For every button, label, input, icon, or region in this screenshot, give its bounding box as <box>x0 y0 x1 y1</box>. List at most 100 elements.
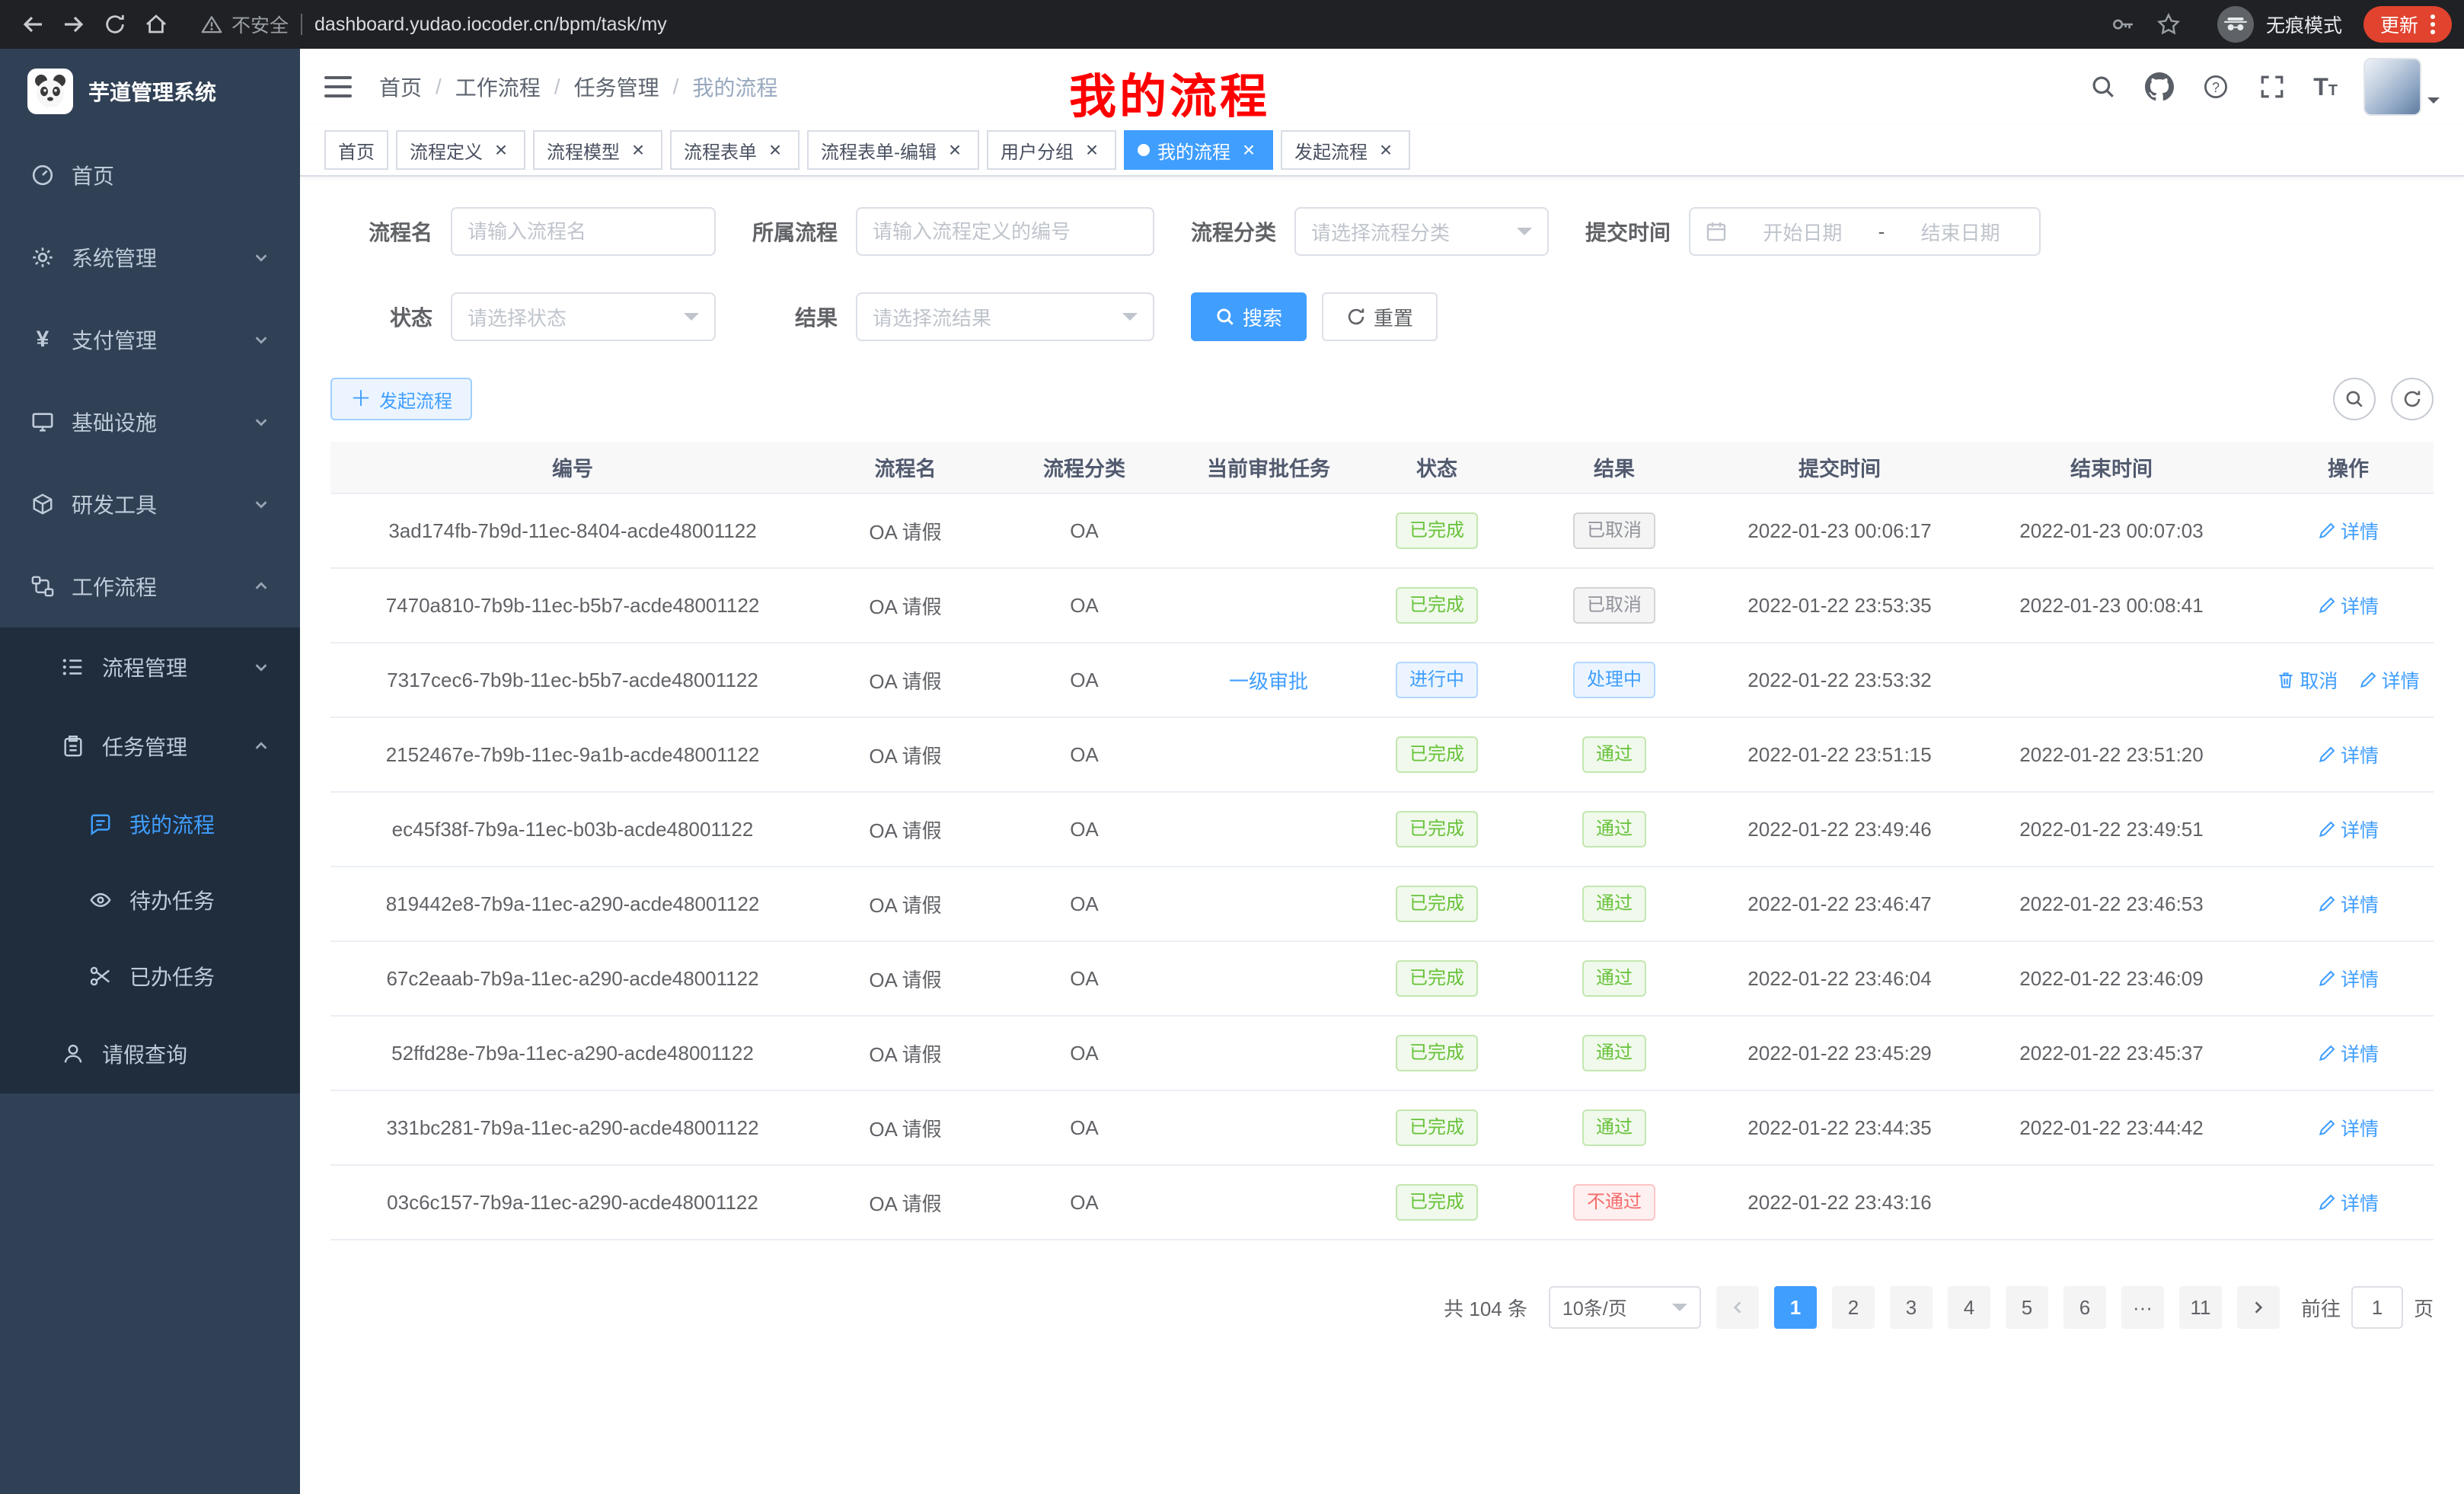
security-chip[interactable]: 不安全 <box>201 11 289 38</box>
breadcrumb-item[interactable]: 任务管理 <box>574 72 659 102</box>
process-category-select[interactable]: 请选择流程分类 <box>1294 207 1549 256</box>
result-select[interactable]: 请选择流结果 <box>856 292 1154 341</box>
page-button-2[interactable]: 2 <box>1832 1286 1875 1329</box>
cancel-link[interactable]: 取消 <box>2277 666 2338 694</box>
tab-process-form-edit[interactable]: 流程表单-编辑× <box>807 130 979 170</box>
tab-process-model[interactable]: 流程模型× <box>533 130 662 170</box>
page-size-select[interactable]: 10条/页 <box>1549 1286 1701 1329</box>
page-button-3[interactable]: 3 <box>1890 1286 1933 1329</box>
cell-end-time: 2022-01-23 00:07:03 <box>1960 493 2263 568</box>
avatar[interactable] <box>2363 58 2421 116</box>
process-definition-input[interactable] <box>856 207 1154 256</box>
tab-close-icon[interactable]: × <box>490 139 512 161</box>
address-bar[interactable]: 不安全 dashboard.yudao.iocoder.cn/bpm/task/… <box>186 5 2196 44</box>
detail-link[interactable]: 详情 <box>2318 741 2379 768</box>
cell-end-time: 2022-01-23 00:08:41 <box>1960 568 2263 643</box>
breadcrumb-item[interactable]: 首页 <box>379 72 422 102</box>
sidebar-item-task-management[interactable]: 任务管理 <box>0 707 300 786</box>
password-key-icon[interactable] <box>2111 12 2135 37</box>
page-button-5[interactable]: 5 <box>2006 1286 2048 1329</box>
page-button-6[interactable]: 6 <box>2063 1286 2106 1329</box>
date-range-picker[interactable]: 开始日期 - 结束日期 <box>1689 207 2041 256</box>
breadcrumb-item[interactable]: 工作流程 <box>455 72 541 102</box>
user-menu[interactable] <box>2363 58 2440 116</box>
cell-result: 通过 <box>1509 1016 1719 1090</box>
sidebar-item-process-management[interactable]: 流程管理 <box>0 627 300 707</box>
reset-button[interactable]: 重置 <box>1322 292 1438 341</box>
tab-close-icon[interactable]: × <box>1081 139 1103 161</box>
page-button-1[interactable]: 1 <box>1774 1286 1817 1329</box>
detail-link[interactable]: 详情 <box>2318 1039 2379 1067</box>
approval-task-link[interactable]: 一级审批 <box>1229 670 1308 693</box>
fullscreen-icon[interactable] <box>2257 72 2287 102</box>
detail-link[interactable]: 详情 <box>2318 517 2379 544</box>
process-name-input[interactable] <box>451 207 716 256</box>
page-more-button[interactable]: ··· <box>2121 1286 2164 1329</box>
refresh-table-button[interactable] <box>2391 378 2434 420</box>
top-navbar: 首页 / 工作流程 / 任务管理 / 我的流程 我的流程 ? TT <box>300 49 2464 125</box>
tab-my-process[interactable]: 我的流程× <box>1124 130 1273 170</box>
toggle-search-button[interactable] <box>2333 378 2376 420</box>
browser-home-button[interactable] <box>136 4 177 45</box>
detail-link[interactable]: 详情 <box>2318 1189 2379 1216</box>
app-logo[interactable]: 芋道管理系统 <box>0 49 300 134</box>
sidebar-item-dev-tools[interactable]: 研发工具 <box>0 463 300 545</box>
sidebar-item-workflow[interactable]: 工作流程 <box>0 545 300 627</box>
sidebar-item-payment-management[interactable]: ¥ 支付管理 <box>0 298 300 381</box>
sidebar-item-home[interactable]: 首页 <box>0 134 300 216</box>
help-icon[interactable]: ? <box>2201 72 2231 102</box>
detail-link[interactable]: 详情 <box>2359 666 2420 694</box>
github-icon[interactable] <box>2144 72 2175 102</box>
browser-menu-icon[interactable] <box>2430 14 2435 34</box>
sidebar-item-infrastructure[interactable]: 基础设施 <box>0 381 300 463</box>
browser-back-button[interactable] <box>12 4 53 45</box>
detail-link[interactable]: 详情 <box>2318 816 2379 843</box>
sidebar-item-todo-tasks[interactable]: 待办任务 <box>0 862 300 938</box>
start-date-placeholder[interactable]: 开始日期 <box>1739 218 1866 246</box>
detail-link[interactable]: 详情 <box>2318 965 2379 992</box>
browser-refresh-button[interactable] <box>94 4 136 45</box>
sidebar-item-system-management[interactable]: 系统管理 <box>0 216 300 298</box>
tab-close-icon[interactable]: × <box>627 139 649 161</box>
sidebar-item-leave-query[interactable]: 请假查询 <box>0 1014 300 1093</box>
sidebar-item-my-process[interactable]: 我的流程 <box>0 786 300 862</box>
cell-id: 819442e8-7b9a-11ec-a290-acde48001122 <box>330 867 815 941</box>
search-button[interactable]: 搜索 <box>1191 292 1307 341</box>
tab-user-group[interactable]: 用户分组× <box>987 130 1116 170</box>
cell-task <box>1173 867 1364 941</box>
browser-update-button[interactable]: 更新 <box>2363 6 2452 43</box>
detail-link[interactable]: 详情 <box>2318 1114 2379 1141</box>
start-process-button[interactable]: ＋ 发起流程 <box>330 378 472 420</box>
search-icon[interactable] <box>2088 72 2118 102</box>
tab-close-icon[interactable]: × <box>764 139 786 161</box>
calendar-icon <box>1706 221 1727 242</box>
app-frame: 芋道管理系统 首页 系统管理 ¥ 支付管理 基础设施 研发工具 <box>0 49 2464 1494</box>
goto-page-input[interactable] <box>2351 1286 2403 1329</box>
clipboard-icon <box>61 734 85 758</box>
end-date-placeholder[interactable]: 结束日期 <box>1897 218 2024 246</box>
cell-actions: 详情 <box>2263 493 2434 568</box>
tab-close-icon[interactable]: × <box>1375 139 1396 161</box>
column-header-id: 编号 <box>330 442 815 493</box>
sidebar-toggle-button[interactable] <box>324 76 352 97</box>
tab-home[interactable]: 首页 <box>324 130 388 170</box>
sidebar-item-done-tasks[interactable]: 已办任务 <box>0 938 300 1014</box>
tab-start-process[interactable]: 发起流程× <box>1281 130 1410 170</box>
detail-link[interactable]: 详情 <box>2318 592 2379 619</box>
browser-toolbar: 不安全 dashboard.yudao.iocoder.cn/bpm/task/… <box>0 0 2464 49</box>
tab-process-definition[interactable]: 流程定义× <box>396 130 525 170</box>
detail-link[interactable]: 详情 <box>2318 890 2379 918</box>
person-icon <box>61 1042 85 1066</box>
tab-close-icon[interactable]: × <box>944 139 965 161</box>
page-button-4[interactable]: 4 <box>1948 1286 1990 1329</box>
tab-close-icon[interactable]: × <box>1238 139 1259 161</box>
page-button-11[interactable]: 11 <box>2179 1286 2222 1329</box>
url-text[interactable]: dashboard.yudao.iocoder.cn/bpm/task/my <box>314 14 667 36</box>
browser-forward-button[interactable] <box>53 4 94 45</box>
bookmark-star-icon[interactable] <box>2156 12 2181 37</box>
status-select[interactable]: 请选择状态 <box>451 292 716 341</box>
next-page-button[interactable] <box>2237 1286 2280 1329</box>
prev-page-button[interactable] <box>1716 1286 1759 1329</box>
tab-process-form[interactable]: 流程表单× <box>670 130 800 170</box>
font-size-icon[interactable]: TT <box>2313 75 2338 99</box>
